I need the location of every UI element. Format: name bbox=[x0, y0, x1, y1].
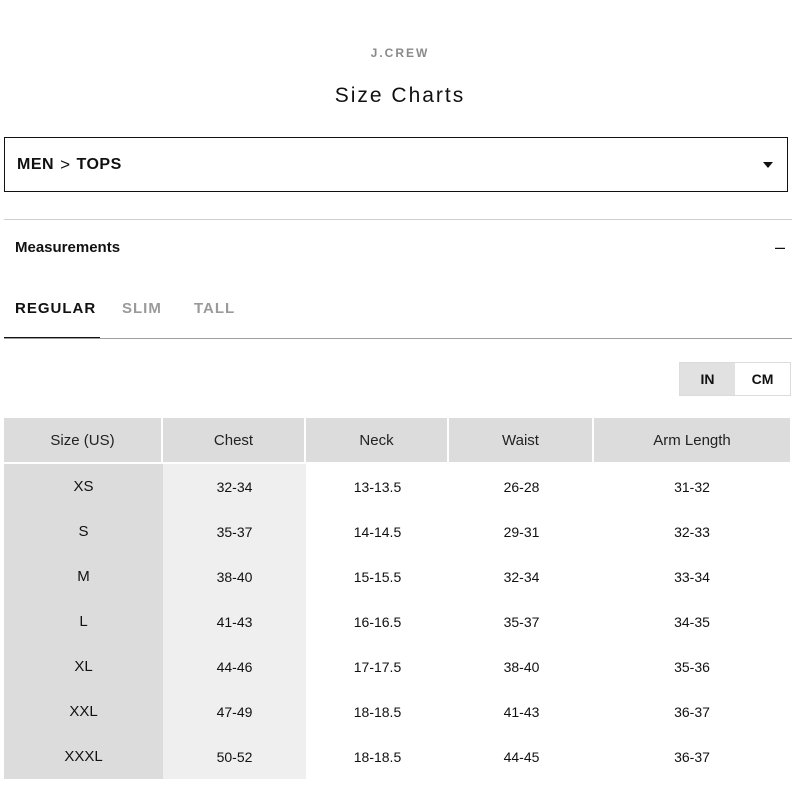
arm-length-cell: 32-33 bbox=[674, 523, 710, 540]
accordion-title: Measurements bbox=[15, 238, 121, 256]
table-row: XXL 47-49 18-18.5 41-43 36-37 bbox=[4, 689, 790, 734]
chest-cell: 50-52 bbox=[163, 734, 306, 779]
size-cell: XS bbox=[4, 464, 163, 509]
measurements-accordion-header[interactable]: Measurements – bbox=[15, 238, 785, 256]
neck-cell: 18-18.5 bbox=[353, 748, 402, 765]
category-dropdown[interactable]: MEN > TOPS bbox=[4, 137, 788, 192]
size-cell: XXL bbox=[4, 689, 163, 734]
fit-tabs: REGULAR SLIM TALL bbox=[4, 296, 792, 339]
table-header-row: Size (US) Chest Neck Waist Arm Length bbox=[4, 418, 790, 464]
header-chest: Chest bbox=[163, 418, 306, 464]
unit-in-button[interactable]: IN bbox=[680, 363, 735, 395]
waist-cell: 26-28 bbox=[503, 478, 540, 495]
header-size: Size (US) bbox=[4, 418, 163, 464]
table-row: XL 44-46 17-17.5 38-40 35-36 bbox=[4, 644, 790, 689]
breadcrumb: MEN > TOPS bbox=[17, 155, 122, 175]
tab-regular[interactable]: REGULAR bbox=[4, 296, 100, 339]
waist-cell: 44-45 bbox=[503, 748, 540, 765]
waist-cell: 32-34 bbox=[503, 568, 540, 585]
chest-cell: 32-34 bbox=[163, 464, 306, 509]
chevron-right-icon: > bbox=[60, 154, 71, 174]
arm-length-cell: 36-37 bbox=[674, 748, 710, 765]
neck-cell: 16-16.5 bbox=[353, 613, 402, 630]
waist-cell: 38-40 bbox=[503, 658, 540, 675]
tab-divider bbox=[4, 338, 792, 339]
size-chart-table: Size (US) Chest Neck Waist Arm Length XS… bbox=[4, 418, 790, 779]
arm-length-cell: 35-36 bbox=[674, 658, 710, 675]
table-row: S 35-37 14-14.5 29-31 32-33 bbox=[4, 509, 790, 554]
table-row: L 41-43 16-16.5 35-37 34-35 bbox=[4, 599, 790, 644]
tab-slim[interactable]: SLIM bbox=[122, 296, 172, 339]
unit-toggle: IN CM bbox=[679, 362, 791, 396]
waist-cell: 35-37 bbox=[503, 613, 540, 630]
size-cell: M bbox=[4, 554, 163, 599]
brand-logo: J.CREW bbox=[370, 46, 430, 60]
arm-length-cell: 33-34 bbox=[674, 568, 710, 585]
breadcrumb-subcategory: TOPS bbox=[76, 155, 122, 173]
size-cell: S bbox=[4, 509, 163, 554]
arm-length-cell: 31-32 bbox=[674, 478, 710, 495]
chest-cell: 44-46 bbox=[163, 644, 306, 689]
neck-cell: 14-14.5 bbox=[353, 523, 402, 540]
arm-length-cell: 36-37 bbox=[674, 703, 710, 720]
caret-down-icon[interactable] bbox=[763, 161, 773, 168]
collapse-icon[interactable]: – bbox=[775, 238, 785, 256]
size-cell: XL bbox=[4, 644, 163, 689]
divider bbox=[4, 219, 792, 220]
header-neck: Neck bbox=[306, 418, 449, 464]
table-row: XS 32-34 13-13.5 26-28 31-32 bbox=[4, 464, 790, 509]
unit-cm-button[interactable]: CM bbox=[735, 363, 790, 395]
table-row: M 38-40 15-15.5 32-34 33-34 bbox=[4, 554, 790, 599]
chest-cell: 47-49 bbox=[163, 689, 306, 734]
header-waist: Waist bbox=[449, 418, 594, 464]
table-row: XXXL 50-52 18-18.5 44-45 36-37 bbox=[4, 734, 790, 779]
arm-length-cell: 34-35 bbox=[674, 613, 710, 630]
neck-cell: 15-15.5 bbox=[353, 568, 402, 585]
page-title: Size Charts bbox=[334, 84, 466, 107]
waist-cell: 29-31 bbox=[503, 523, 540, 540]
waist-cell: 41-43 bbox=[503, 703, 540, 720]
header-arm-length: Arm Length bbox=[594, 418, 790, 464]
chest-cell: 38-40 bbox=[163, 554, 306, 599]
size-cell: L bbox=[4, 599, 163, 644]
neck-cell: 17-17.5 bbox=[353, 658, 402, 675]
chest-cell: 41-43 bbox=[163, 599, 306, 644]
size-cell: XXXL bbox=[4, 734, 163, 779]
breadcrumb-category: MEN bbox=[17, 155, 55, 173]
tab-tall[interactable]: TALL bbox=[194, 296, 244, 339]
neck-cell: 18-18.5 bbox=[353, 703, 402, 720]
neck-cell: 13-13.5 bbox=[353, 478, 402, 495]
chest-cell: 35-37 bbox=[163, 509, 306, 554]
